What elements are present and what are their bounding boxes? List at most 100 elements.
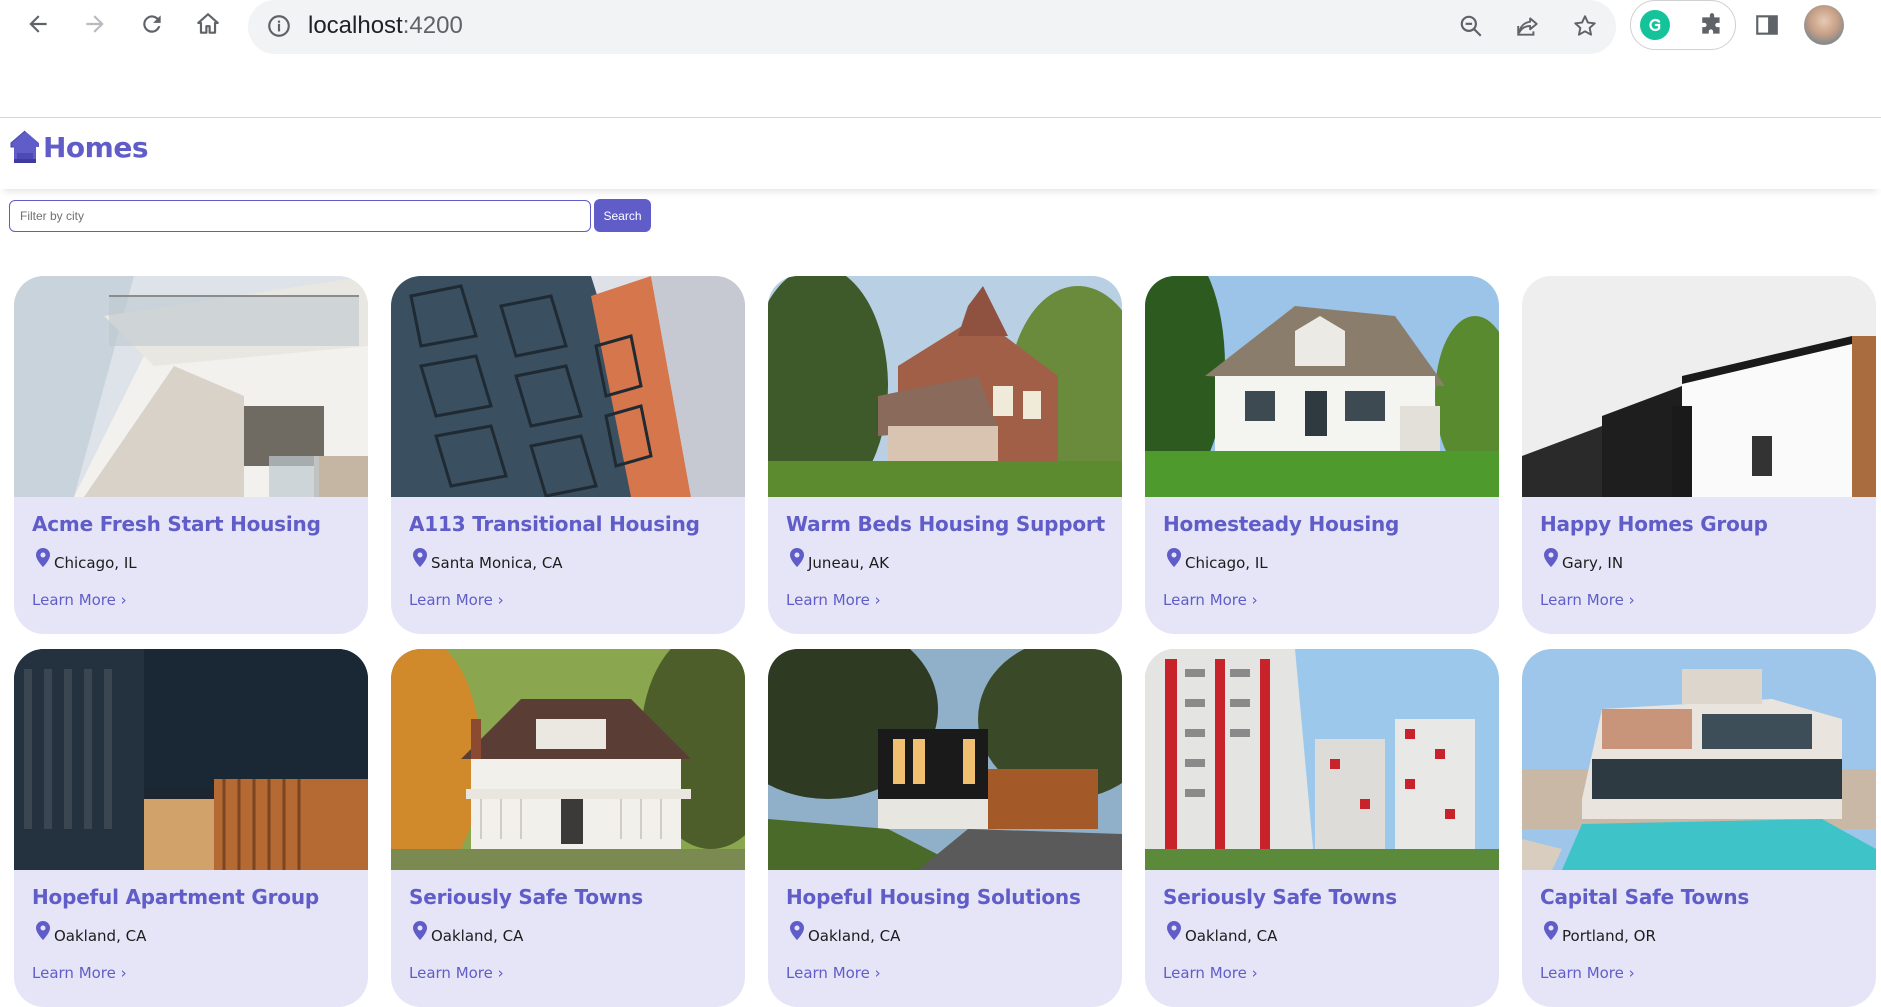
listing-location: Santa Monica, CA: [413, 548, 563, 572]
modern-house-dusk-image: [768, 649, 1122, 870]
listing-title: Capital Safe Towns: [1540, 885, 1750, 909]
location-text: Chicago, IL: [54, 554, 137, 572]
listing-photo: [1522, 276, 1876, 497]
bookmark-button[interactable]: [1570, 11, 1600, 41]
listing-location: Chicago, IL: [36, 548, 137, 572]
learn-more-link[interactable]: Learn More ›: [409, 591, 504, 609]
map-pin-icon: [790, 921, 804, 940]
listing-title: Warm Beds Housing Support: [786, 512, 1105, 536]
learn-more-link[interactable]: Learn More ›: [1540, 964, 1635, 982]
learn-more-link[interactable]: Learn More ›: [786, 964, 881, 982]
map-pin-icon: [413, 921, 427, 940]
listing-card: Seriously Safe Towns Oakland, CA Learn M…: [391, 649, 745, 1007]
location-text: Juneau, AK: [808, 554, 889, 572]
listing-card: Warm Beds Housing Support Juneau, AK Lea…: [768, 276, 1122, 634]
browser-toolbar: localhost:4200: [0, 0, 1881, 118]
location-text: Oakland, CA: [808, 927, 901, 945]
listing-location: Oakland, CA: [790, 921, 900, 945]
listing-photo: [391, 276, 745, 497]
modern-white-balconies-image: [14, 276, 368, 497]
listing-photo: [1522, 649, 1876, 870]
villa-with-pool-image: [1522, 649, 1876, 870]
location-text: Gary, IN: [1562, 554, 1624, 572]
listing-location: Juneau, AK: [790, 548, 889, 572]
reload-icon: [143, 15, 161, 33]
learn-more-link[interactable]: Learn More ›: [32, 591, 127, 609]
listing-location: Oakland, CA: [36, 921, 146, 945]
share-icon: [1517, 17, 1538, 36]
location-text: Oakland, CA: [54, 927, 147, 945]
learn-more-link[interactable]: Learn More ›: [32, 964, 127, 982]
location-text: Santa Monica, CA: [431, 554, 563, 572]
profile-avatar[interactable]: [1804, 5, 1844, 45]
url-port: :4200: [402, 12, 463, 39]
map-pin-icon: [36, 921, 50, 940]
listing-location: Oakland, CA: [413, 921, 523, 945]
reload-button[interactable]: [134, 6, 170, 42]
listing-title: Hopeful Apartment Group: [32, 885, 319, 909]
listing-title: Happy Homes Group: [1540, 512, 1768, 536]
forward-button[interactable]: [77, 6, 113, 42]
listing-title: Acme Fresh Start Housing: [32, 512, 321, 536]
location-text: Portland, OR: [1562, 927, 1656, 945]
home-icon: [197, 13, 219, 34]
star-icon: [1574, 15, 1596, 36]
victorian-brick-house-image: [768, 276, 1122, 497]
location-text: Chicago, IL: [1185, 554, 1268, 572]
brand-logo[interactable]: Homes: [9, 127, 149, 167]
listing-photo: [391, 649, 745, 870]
side-panel-icon: [1756, 15, 1778, 35]
map-pin-icon: [36, 548, 50, 567]
listing-photo: [14, 649, 368, 870]
listing-title: A113 Transitional Housing: [409, 512, 700, 536]
learn-more-link[interactable]: Learn More ›: [1163, 964, 1258, 982]
map-pin-icon: [1167, 921, 1181, 940]
listing-card: Happy Homes Group Gary, IN Learn More ›: [1522, 276, 1876, 634]
location-text: Oakland, CA: [431, 927, 524, 945]
house-logo-icon: [10, 130, 39, 163]
location-text: Oakland, CA: [1185, 927, 1278, 945]
app-title: Homes: [43, 130, 149, 164]
listing-photo: [1145, 276, 1499, 497]
listing-card: Hopeful Housing Solutions Oakland, CA Le…: [768, 649, 1122, 1007]
home-button[interactable]: [190, 6, 226, 42]
listing-location: Chicago, IL: [1167, 548, 1268, 572]
listing-title: Seriously Safe Towns: [1163, 885, 1397, 909]
grammarly-icon: [1649, 18, 1661, 32]
arrow-left-icon: [29, 15, 47, 33]
minimal-white-black-house-image: [1522, 276, 1876, 497]
puzzle-icon: [1702, 13, 1720, 34]
listing-location: Oakland, CA: [1167, 921, 1277, 945]
search-button[interactable]: Search: [594, 199, 651, 232]
listing-card: A113 Transitional Housing Santa Monica, …: [391, 276, 745, 634]
map-pin-icon: [1167, 548, 1181, 567]
url-text[interactable]: localhost:4200: [308, 12, 463, 40]
learn-more-link[interactable]: Learn More ›: [1163, 591, 1258, 609]
map-pin-icon: [413, 548, 427, 567]
city-filter-input[interactable]: [9, 199, 591, 232]
listing-card: Homesteady Housing Chicago, IL Learn Mor…: [1145, 276, 1499, 634]
share-button[interactable]: [1513, 11, 1543, 41]
address-bar[interactable]: localhost:4200: [248, 0, 1616, 54]
zoom-button[interactable]: [1456, 11, 1486, 41]
app-header: Homes: [0, 119, 1881, 189]
listing-location: Portland, OR: [1544, 921, 1656, 945]
extensions-button[interactable]: [1694, 7, 1730, 43]
grammarly-extension[interactable]: [1640, 10, 1670, 40]
map-pin-icon: [790, 548, 804, 567]
listing-photo: [14, 276, 368, 497]
learn-more-link[interactable]: Learn More ›: [409, 964, 504, 982]
learn-more-link[interactable]: Learn More ›: [1540, 591, 1635, 609]
back-button[interactable]: [20, 6, 56, 42]
learn-more-link[interactable]: Learn More ›: [786, 591, 881, 609]
map-pin-icon: [1544, 548, 1558, 567]
site-info-icon[interactable]: [266, 13, 292, 39]
listing-title: Homesteady Housing: [1163, 512, 1400, 536]
dark-modern-building-image: [14, 649, 368, 870]
white-cottage-image: [1145, 276, 1499, 497]
listing-location: Gary, IN: [1544, 548, 1623, 572]
side-panel-button[interactable]: [1749, 7, 1785, 43]
porch-house-autumn-image: [391, 649, 745, 870]
red-white-highrise-image: [1145, 649, 1499, 870]
listing-card: Capital Safe Towns Portland, OR Learn Mo…: [1522, 649, 1876, 1007]
